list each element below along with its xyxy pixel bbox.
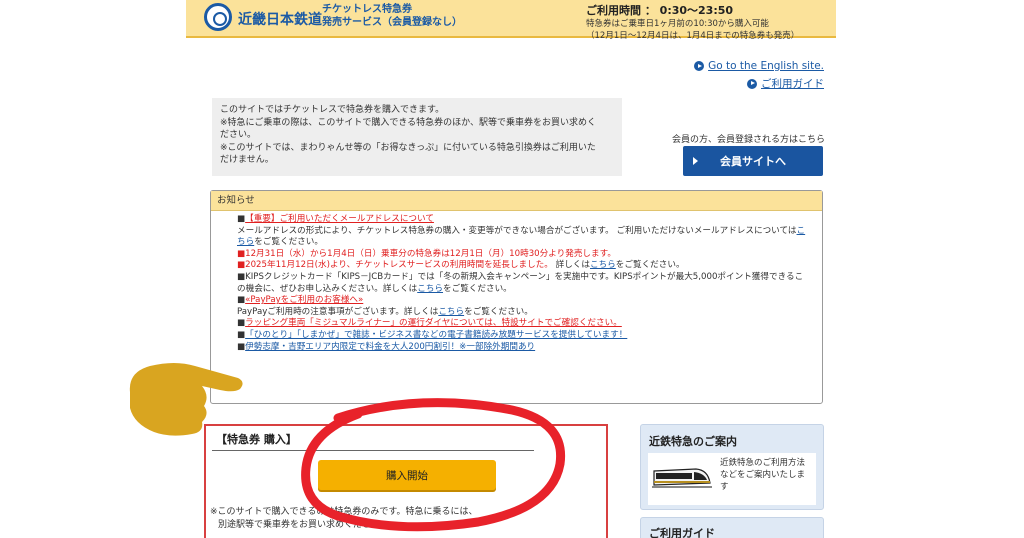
paypay-details-link[interactable]: こちら (438, 307, 464, 317)
bullet-marker: ■ (237, 214, 246, 224)
service-line-2: 発売サービス（会員登録なし） (322, 17, 462, 28)
hours-note-1: 特急券はご乗車日1ヶ月前の10:30から購入可能 (586, 19, 769, 29)
notice-item: ■KIPSクレジットカード「KIPS－JCBカード」では「冬の新規入会キャンペー… (237, 272, 808, 295)
hours-extension-text: ■2025年11月12日(水)より、チケットレスサービスの利用時間を延長しました… (237, 260, 553, 271)
bullet-marker: ■ (237, 295, 246, 306)
usage-guide-label[interactable]: ご利用ガイド (761, 76, 824, 91)
arrow-circle-icon (747, 78, 757, 89)
discount-area-link[interactable]: 伊勢志摩・吉野エリア内限定で料金を大人200円割引！※一部除外期間あり (245, 342, 535, 352)
train-icon (652, 468, 712, 488)
notice-item: ■2025年11月12日(水)より、チケットレスサービスの利用時間を延長しました… (237, 260, 808, 272)
paypay-notice-link[interactable]: «PayPayをご利用のお客様へ» (245, 295, 363, 305)
limited-express-guide-card[interactable]: 近鉄特急のご案内 近鉄特急のご利用方法などをご案内いたします (640, 424, 824, 510)
english-site-label[interactable]: Go to the English site. (708, 60, 824, 72)
purchase-panel: 【特急券 購入】 購入開始 ※このサイトで購入できるのは特急券のみです。特急に乗… (204, 424, 608, 538)
notice-item: メールアドレスの形式により、チケットレス特急券の購入・変更等ができない場合がござ… (237, 226, 808, 249)
intro-line: ※このサイトでは、まわりゃんせ等の「お得なきっぷ」に付いている特急引換券はご利用… (220, 142, 596, 153)
notice-title: お知らせ (211, 191, 822, 211)
english-site-link[interactable]: Go to the English site. (694, 60, 824, 72)
kips-details-link[interactable]: こちら (417, 284, 443, 294)
intro-line: だけません。 (220, 155, 274, 165)
notice-item: ■「ひのとり」「しまかぜ」で雑誌・ビジネス書などの電子書籍読み放題サービスを提供… (237, 330, 808, 342)
intro-box: このサイトではチケットレスで特急券を購入できます。 ※特急にご乗車の際は、このサ… (212, 98, 622, 176)
site-header: 近畿日本鉄道 チケットレス特急券 発売サービス（会員登録なし） ご利用時間 ： … (186, 0, 836, 41)
intro-line: ださい。 (220, 130, 257, 140)
kintetsu-logo-icon[interactable] (204, 3, 232, 31)
notice-item: ■«PayPayをご利用のお客様へ» (237, 295, 808, 307)
ebook-service-link[interactable]: 「ひのとり」「しまかぜ」で雑誌・ビジネス書などの電子書籍読み放題サービスを提供し… (245, 330, 627, 340)
service-hours: ご利用時間 ： 0:30〜23:50 特急券はご乗車日1ヶ月前の10:30から購… (586, 2, 826, 42)
hours-title: ご利用時間 ： 0:30〜23:50 (586, 4, 734, 17)
email-notice-link[interactable]: 【重要】ご利用いただくメールアドレスについて (245, 214, 434, 224)
member-note: 会員の方、会員登録される方はこちら (672, 135, 826, 145)
bullet-marker: ■ (237, 329, 246, 340)
notice-tail: をご覧ください。 (464, 306, 533, 317)
notice-item: ■【重要】ご利用いただくメールアドレスについて (237, 214, 808, 226)
notice-panel: お知らせ ■【重要】ご利用いただくメールアドレスについて メールアドレスの形式に… (210, 190, 823, 404)
start-purchase-button[interactable]: 購入開始 (318, 460, 496, 490)
divider (212, 450, 534, 451)
purchase-note-line: ※このサイトで購入できるのは特急券のみです。特急に乗るには、 (210, 507, 478, 517)
purchase-title: 【特急券 購入】 (216, 433, 297, 446)
notice-body: ■【重要】ご利用いただくメールアドレスについて メールアドレスの形式により、チケ… (211, 211, 822, 353)
notice-item-sales-date: ■12月31日（水）から1月4日（日）乗車分の特急券は12月1日（月）10時30… (237, 248, 616, 259)
purchase-note: ※このサイトで購入できるのは特急券のみです。特急に乗るには、 別途駅等で乗車券を… (210, 506, 477, 532)
notice-item: ■ラッピング車両「ミジュマルライナー」の運行ダイヤについては、特設サイトでご確認… (237, 318, 808, 330)
member-site-label[interactable]: 会員サイトへ (720, 153, 786, 169)
paypay-notice-text: PayPayご利用時の注意事項がございます。詳しくは (237, 306, 439, 317)
notice-item: ■伊勢志摩・吉野エリア内限定で料金を大人200円割引！※一部除外期間あり (237, 342, 808, 354)
member-site-button[interactable]: 会員サイトへ (683, 146, 823, 176)
intro-line: ※特急にご乗車の際は、このサイトで購入できる特急券のほか、駅等で乗車券をお買い求… (220, 117, 597, 128)
kips-campaign-text: ■KIPSクレジットカード「KIPS－JCBカード」では「冬の新規入会キャンペー… (237, 271, 804, 294)
guide-title[interactable]: 近鉄特急のご案内 (649, 433, 737, 449)
usage-guide-link[interactable]: ご利用ガイド (747, 76, 824, 91)
usage-guide-card[interactable]: ご利用ガイド (640, 517, 824, 538)
service-name: チケットレス特急券 発売サービス（会員登録なし） (322, 3, 462, 29)
guide-card-body: 近鉄特急のご利用方法などをご案内いたします (648, 453, 816, 505)
guide-description: 近鉄特急のご利用方法などをご案内いたします (720, 458, 806, 492)
notice-tail: をご覧ください。 (443, 283, 512, 294)
brand-name[interactable]: 近畿日本鉄道 (238, 9, 322, 29)
purchase-note-line: 別途駅等で乗車券をお買い求めください。 (218, 520, 390, 530)
usage-guide-title[interactable]: ご利用ガイド (649, 525, 715, 538)
hours-note-2: （12月1日〜12月4日は、1月4日までの特急券も発売） (586, 31, 800, 41)
service-line-1: チケットレス特急券 (322, 4, 412, 15)
intro-line: このサイトではチケットレスで特急券を購入できます。 (220, 105, 445, 115)
notice-tail: をご覧ください。 (615, 260, 685, 271)
bullet-marker: ■ (237, 318, 246, 329)
bullet-marker: ■ (237, 341, 246, 352)
wrapping-train-link[interactable]: ラッピング車両「ミジュマルライナー」の運行ダイヤについては、特設サイトでご確認く… (245, 318, 622, 328)
hours-details-link[interactable]: こちら (590, 260, 616, 270)
notice-item: PayPayご利用時の注意事項がございます。詳しくはこちらをご覧ください。 (237, 307, 808, 319)
notice-tail: をご覧ください。 (254, 237, 323, 248)
email-notice-text: メールアドレスの形式により、チケットレス特急券の購入・変更等ができない場合がござ… (237, 225, 797, 236)
play-arrow-icon (693, 157, 698, 165)
arrow-circle-icon (694, 61, 705, 71)
notice-text: 詳しくは (552, 260, 590, 271)
